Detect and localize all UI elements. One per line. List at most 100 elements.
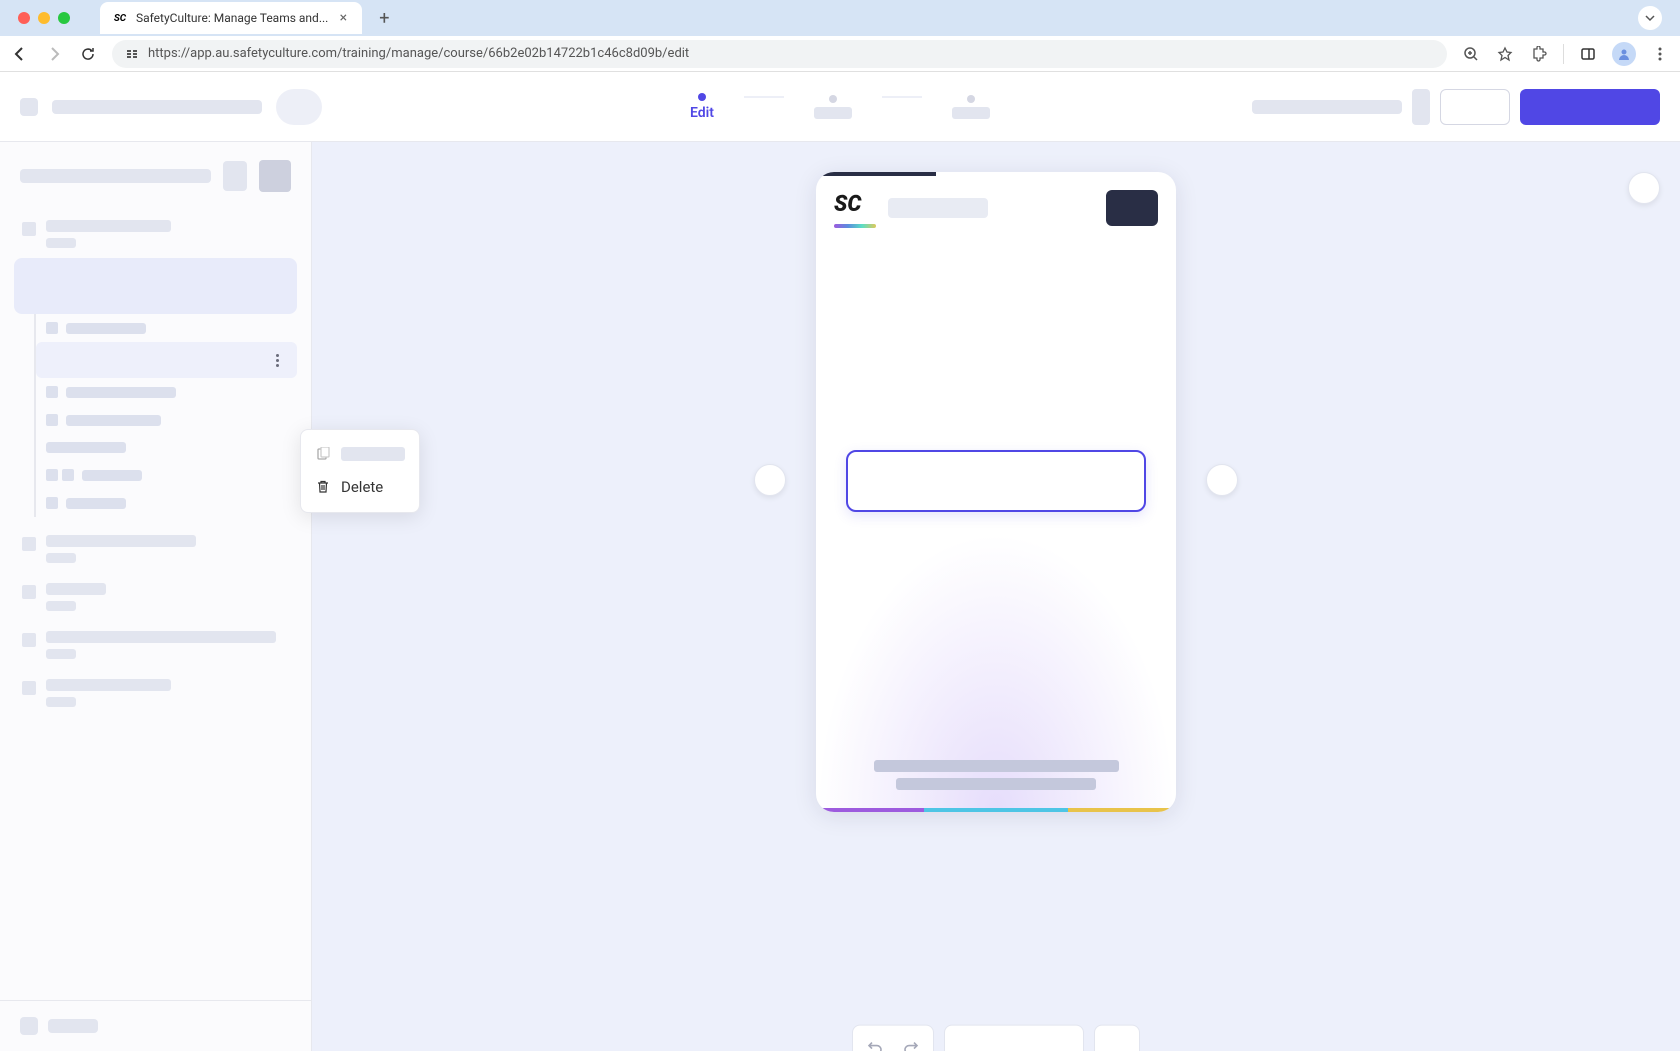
lesson-item[interactable] bbox=[14, 669, 297, 717]
lesson-icon bbox=[22, 222, 36, 236]
new-tab-button[interactable]: + bbox=[370, 4, 398, 32]
add-slide-left-button[interactable] bbox=[754, 464, 786, 496]
lesson-item[interactable] bbox=[14, 525, 297, 573]
toolbar-right-group bbox=[1094, 1025, 1140, 1051]
step-connector bbox=[882, 96, 922, 98]
sidebar bbox=[0, 142, 312, 1051]
menu-icon[interactable] bbox=[1650, 44, 1670, 64]
window-controls bbox=[8, 12, 80, 24]
device-footer-text bbox=[816, 760, 1176, 790]
secondary-button[interactable] bbox=[1440, 89, 1510, 125]
redo-button[interactable] bbox=[893, 1030, 929, 1051]
text-skeleton bbox=[66, 415, 161, 426]
context-menu-item-delete[interactable]: Delete bbox=[301, 470, 419, 504]
slide-icon bbox=[46, 497, 58, 509]
header-right bbox=[1252, 89, 1660, 125]
profile-icon[interactable] bbox=[1612, 42, 1636, 66]
device-input-wrap bbox=[846, 450, 1146, 512]
reload-button[interactable] bbox=[78, 44, 98, 64]
sidebar-content bbox=[0, 210, 311, 1000]
device-preview[interactable]: SC bbox=[816, 172, 1176, 812]
slide-icon bbox=[46, 469, 58, 481]
primary-button[interactable] bbox=[1520, 89, 1660, 125]
step-connector bbox=[744, 96, 784, 98]
canvas-settings-button[interactable] bbox=[1628, 172, 1660, 204]
sc-logo: SC bbox=[834, 192, 876, 224]
text-skeleton bbox=[46, 697, 76, 707]
back-icon[interactable] bbox=[20, 98, 38, 116]
slide-icon bbox=[46, 386, 58, 398]
text-skeleton bbox=[46, 601, 76, 611]
slide-item-active[interactable] bbox=[36, 342, 297, 378]
step-2[interactable] bbox=[814, 95, 852, 119]
slide-item[interactable] bbox=[36, 461, 297, 489]
forward-button[interactable] bbox=[44, 44, 64, 64]
sidebar-header bbox=[0, 142, 311, 210]
slide-icon bbox=[46, 414, 58, 426]
footer-icon[interactable] bbox=[20, 1017, 38, 1035]
lesson-item[interactable] bbox=[14, 621, 297, 669]
slide-icon bbox=[46, 322, 58, 334]
toolbar-middle-group bbox=[944, 1025, 1084, 1051]
step-label: Edit bbox=[690, 105, 714, 121]
minimize-window-button[interactable] bbox=[38, 12, 50, 24]
close-window-button[interactable] bbox=[18, 12, 30, 24]
step-label-skeleton bbox=[814, 107, 852, 119]
toolbar-button[interactable] bbox=[1099, 1030, 1135, 1051]
close-tab-button[interactable]: × bbox=[336, 11, 350, 25]
badge-skeleton bbox=[276, 89, 322, 125]
text-skeleton bbox=[46, 649, 76, 659]
progress-bar bbox=[816, 172, 936, 176]
lesson-item[interactable] bbox=[14, 573, 297, 621]
lesson-icon bbox=[22, 681, 36, 695]
add-slide-right-button[interactable] bbox=[1206, 464, 1238, 496]
slide-item[interactable] bbox=[36, 378, 297, 406]
step-dot bbox=[829, 95, 837, 103]
undo-redo-group bbox=[852, 1025, 934, 1051]
sidebar-action-1[interactable] bbox=[223, 161, 247, 191]
context-menu-item-1[interactable] bbox=[301, 438, 419, 470]
step-dot bbox=[967, 95, 975, 103]
text-skeleton bbox=[46, 535, 196, 547]
url-text: https://app.au.safetyculture.com/trainin… bbox=[148, 46, 1435, 61]
sidebar-action-2[interactable] bbox=[259, 160, 291, 192]
step-3[interactable] bbox=[952, 95, 990, 119]
site-settings-icon[interactable] bbox=[124, 46, 140, 62]
more-options-button[interactable] bbox=[267, 350, 287, 370]
lesson-children bbox=[34, 314, 297, 517]
step-dot bbox=[698, 93, 706, 101]
lesson-icon bbox=[22, 537, 36, 551]
duplicate-icon bbox=[315, 446, 331, 462]
back-button[interactable] bbox=[10, 44, 30, 64]
slide-item[interactable] bbox=[36, 314, 297, 342]
title-input[interactable] bbox=[846, 450, 1146, 512]
canvas[interactable]: SC bbox=[312, 142, 1680, 1051]
text-skeleton bbox=[46, 442, 126, 453]
context-label-skeleton bbox=[341, 447, 405, 461]
maximize-window-button[interactable] bbox=[58, 12, 70, 24]
brand-stripe bbox=[816, 808, 1176, 812]
text-skeleton bbox=[46, 238, 76, 248]
text-skeleton bbox=[46, 220, 171, 232]
text-skeleton bbox=[46, 583, 106, 595]
text-skeleton bbox=[46, 631, 276, 643]
zoom-icon[interactable] bbox=[1461, 44, 1481, 64]
extensions-icon[interactable] bbox=[1529, 44, 1549, 64]
text-skeleton bbox=[46, 553, 76, 563]
bookmark-icon[interactable] bbox=[1495, 44, 1515, 64]
sidepanel-icon[interactable] bbox=[1578, 44, 1598, 64]
context-menu: Delete bbox=[300, 429, 420, 513]
url-input[interactable]: https://app.au.safetyculture.com/trainin… bbox=[112, 40, 1447, 68]
slide-item[interactable] bbox=[36, 489, 297, 517]
browser-tab[interactable]: SC SafetyCulture: Manage Teams and... × bbox=[100, 2, 362, 34]
step-label-skeleton bbox=[952, 107, 990, 119]
slide-item[interactable] bbox=[36, 434, 297, 461]
tabs-dropdown-button[interactable] bbox=[1638, 6, 1662, 30]
course-title-skeleton bbox=[52, 100, 262, 114]
undo-button[interactable] bbox=[857, 1030, 893, 1051]
step-edit[interactable]: Edit bbox=[690, 93, 714, 121]
slide-item[interactable] bbox=[36, 406, 297, 434]
action-skeleton[interactable] bbox=[1412, 89, 1430, 125]
lesson-item-selected[interactable] bbox=[14, 258, 297, 314]
lesson-item[interactable] bbox=[14, 210, 297, 258]
